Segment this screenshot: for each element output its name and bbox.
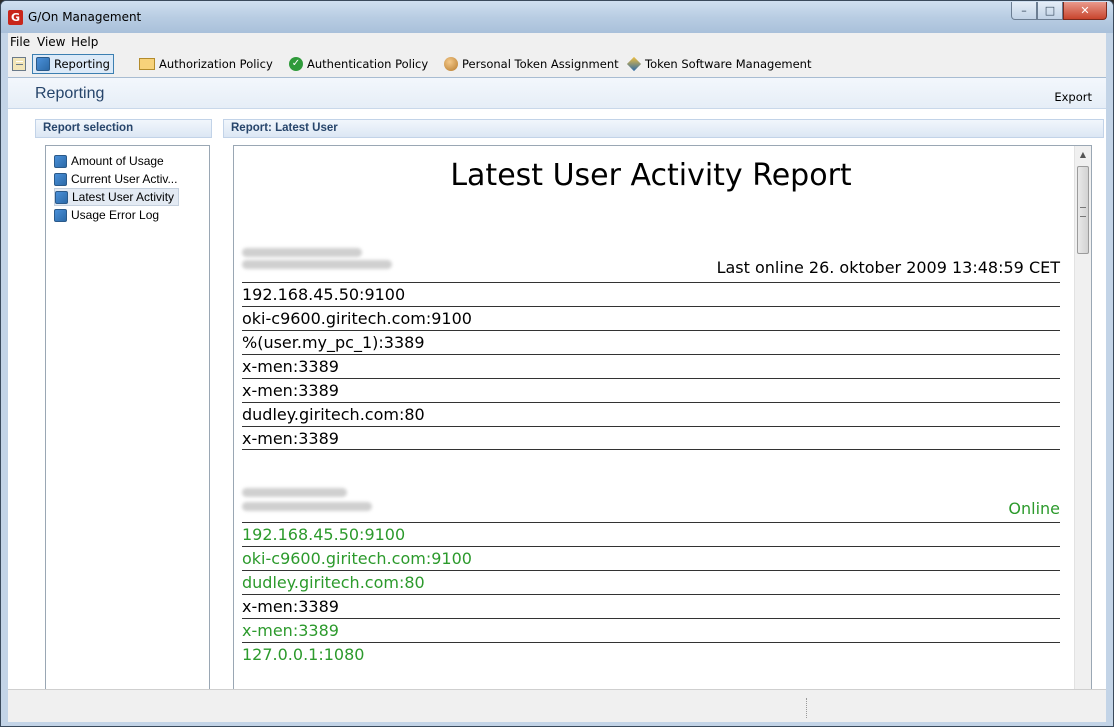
report-header: Report: Latest User bbox=[223, 119, 1104, 138]
activity-entry: 127.0.0.1:1080 bbox=[242, 642, 1060, 666]
activity-entry: dudley.giritech.com:80 bbox=[242, 570, 1060, 594]
report-icon bbox=[54, 208, 67, 222]
activity-entry: %(user.my_pc_1):3389 bbox=[242, 330, 1060, 354]
redacted-user-detail bbox=[242, 260, 392, 269]
title-bar[interactable]: G G/On Management – □ ✕ bbox=[1, 1, 1113, 33]
activity-entry: oki-c9600.giritech.com:9100 bbox=[242, 306, 1060, 330]
toolbar-authorization-button[interactable]: Authorization Policy bbox=[139, 55, 273, 73]
minimize-button[interactable]: – bbox=[1011, 2, 1037, 20]
report-selection-tree: Amount of Usage Current User Activ... La… bbox=[45, 145, 210, 713]
status-divider bbox=[806, 698, 808, 718]
client-area: File View Help Reporting Authorization P… bbox=[8, 33, 1106, 722]
toolbar-home-button[interactable] bbox=[12, 55, 30, 73]
redacted-user-detail bbox=[242, 502, 372, 511]
menu-file[interactable]: File bbox=[10, 35, 30, 49]
section-header: Reporting Export bbox=[8, 78, 1106, 109]
report-document: Latest User Activity Report Last online … bbox=[234, 146, 1068, 712]
close-button[interactable]: ✕ bbox=[1063, 2, 1107, 20]
last-online-status: Last online 26. oktober 2009 13:48:59 CE… bbox=[716, 258, 1060, 277]
toolbar-personal-token-label: Personal Token Assignment bbox=[462, 57, 619, 71]
menu-view[interactable]: View bbox=[37, 35, 65, 49]
activity-entry: x-men:3389 bbox=[242, 426, 1060, 450]
page-title: Reporting bbox=[35, 85, 105, 102]
report-viewer[interactable]: Latest User Activity Report Last online … bbox=[233, 145, 1092, 713]
activity-entry: x-men:3389 bbox=[242, 378, 1060, 402]
app-window: G G/On Management – □ ✕ File View Help R… bbox=[0, 0, 1114, 727]
activity-entry: x-men:3389 bbox=[242, 618, 1060, 642]
grip-icon bbox=[1080, 207, 1086, 217]
tree-item-label: Latest User Activity bbox=[72, 190, 175, 204]
activity-entry: x-men:3389 bbox=[242, 354, 1060, 378]
token-icon bbox=[626, 56, 642, 72]
toolbar-authentication-button[interactable]: ✓ Authentication Policy bbox=[289, 55, 428, 73]
pencil-icon bbox=[139, 58, 155, 70]
window-controls: – □ ✕ bbox=[1011, 2, 1107, 20]
redacted-user-name bbox=[242, 248, 362, 257]
tree-item-latest-user-activity[interactable]: Latest User Activity bbox=[54, 188, 180, 206]
activity-entry: 192.168.45.50:9100 bbox=[242, 522, 1060, 546]
menu-bar: File View Help bbox=[8, 33, 1106, 51]
report-icon bbox=[36, 57, 50, 71]
tree-item-label: Usage Error Log bbox=[71, 208, 160, 222]
person-icon bbox=[444, 57, 458, 71]
toolbar: Reporting Authorization Policy ✓ Authent… bbox=[8, 51, 1106, 77]
report-icon bbox=[55, 190, 68, 204]
tree-item-amount-of-usage[interactable]: Amount of Usage bbox=[54, 152, 164, 170]
activity-entry: dudley.giritech.com:80 bbox=[242, 402, 1060, 426]
status-bar bbox=[8, 689, 1106, 722]
redacted-user-name bbox=[242, 488, 347, 497]
dashboard-icon bbox=[12, 57, 26, 71]
activity-entry: 192.168.45.50:9100 bbox=[242, 282, 1060, 306]
scrollbar-thumb[interactable] bbox=[1077, 166, 1089, 254]
tree-item-label: Current User Activ... bbox=[71, 172, 178, 186]
tree-item-current-user-activity[interactable]: Current User Activ... bbox=[54, 170, 177, 188]
export-link[interactable]: Export bbox=[1054, 90, 1092, 104]
report-title: Latest User Activity Report bbox=[450, 158, 852, 193]
menu-help[interactable]: Help bbox=[71, 35, 98, 49]
toolbar-reporting-button[interactable]: Reporting bbox=[32, 54, 114, 74]
tree-item-usage-error-log[interactable]: Usage Error Log bbox=[54, 206, 159, 224]
vertical-scrollbar[interactable]: ▲ ▼ bbox=[1074, 146, 1091, 712]
toolbar-personal-token-button[interactable]: Personal Token Assignment bbox=[444, 55, 619, 73]
toolbar-authorization-label: Authorization Policy bbox=[159, 57, 273, 71]
toolbar-reporting-label: Reporting bbox=[54, 57, 110, 71]
report-icon bbox=[54, 154, 67, 168]
scroll-up-arrow-icon[interactable]: ▲ bbox=[1075, 146, 1091, 162]
checkmark-icon: ✓ bbox=[289, 57, 303, 71]
report-icon bbox=[54, 172, 67, 186]
activity-entry: oki-c9600.giritech.com:9100 bbox=[242, 546, 1060, 570]
app-logo-icon: G bbox=[8, 10, 23, 25]
tree-item-label: Amount of Usage bbox=[71, 154, 164, 168]
toolbar-authentication-label: Authentication Policy bbox=[307, 57, 429, 71]
maximize-button[interactable]: □ bbox=[1037, 2, 1063, 20]
toolbar-token-software-label: Token Software Management bbox=[645, 57, 812, 71]
report-selection-header: Report selection bbox=[35, 119, 212, 138]
window-title: G/On Management bbox=[28, 10, 142, 24]
toolbar-token-software-button[interactable]: Token Software Management bbox=[626, 55, 812, 73]
activity-entry: x-men:3389 bbox=[242, 594, 1060, 618]
online-status: Online bbox=[1008, 499, 1060, 518]
